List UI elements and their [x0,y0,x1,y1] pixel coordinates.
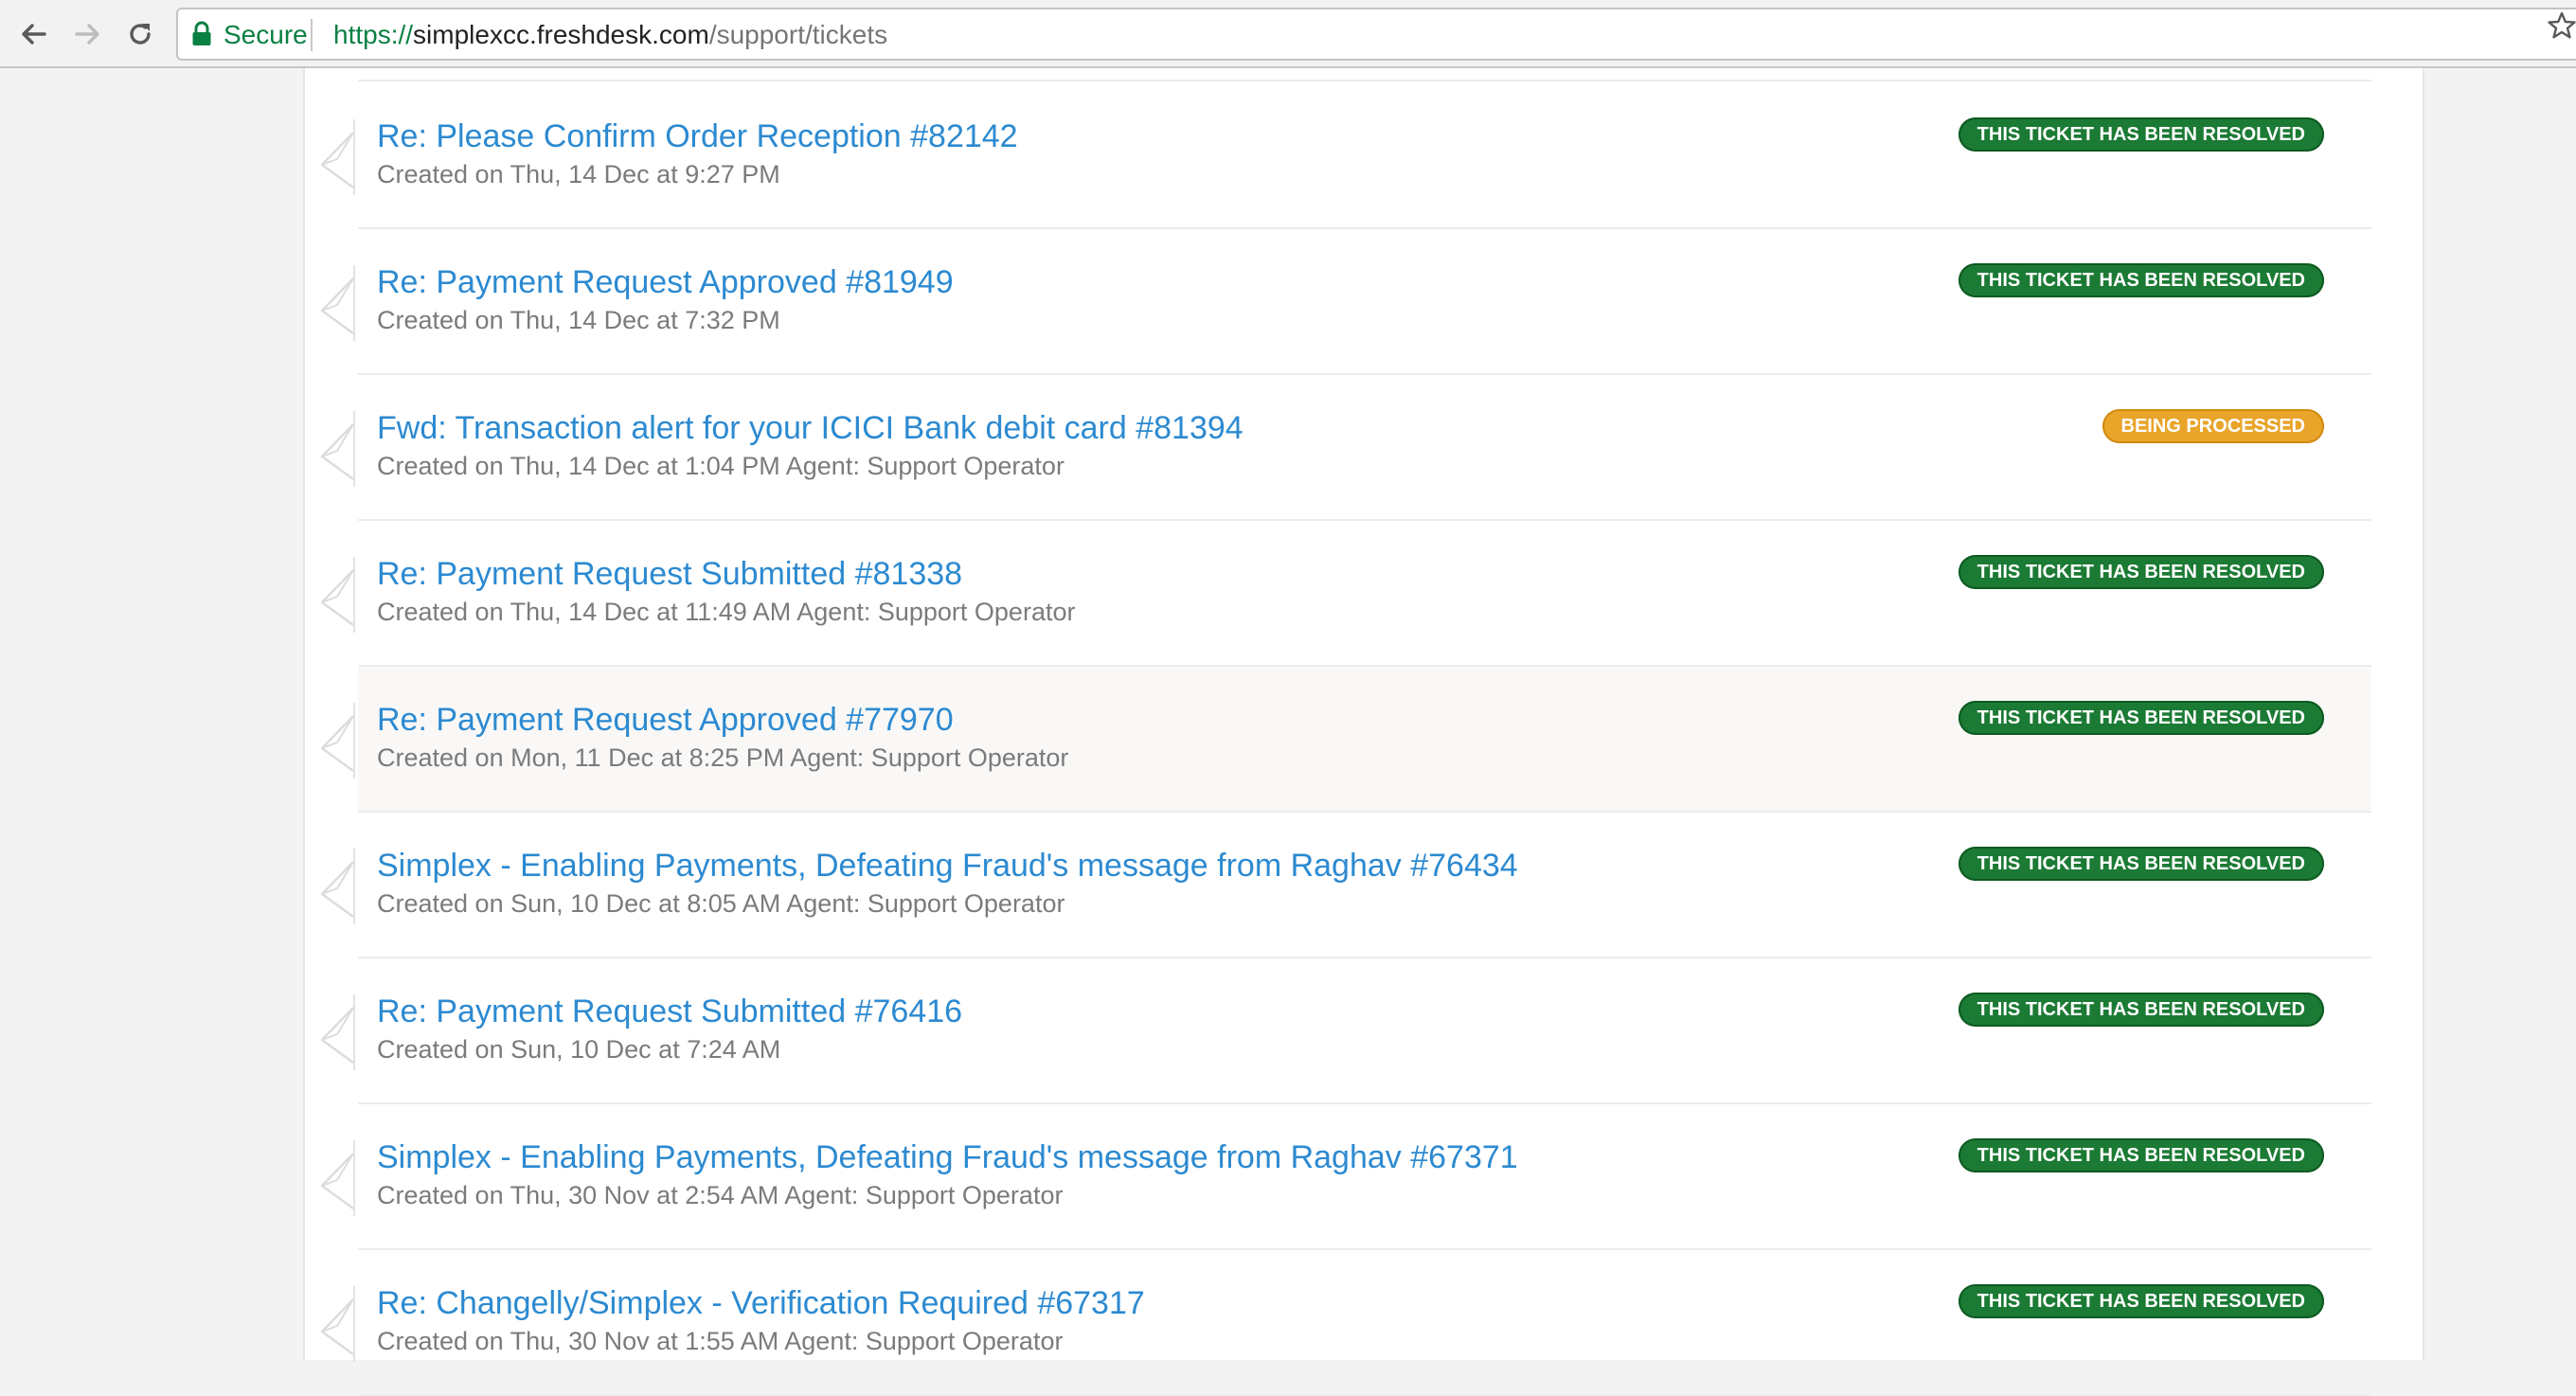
status-badge: THIS TICKET HAS BEEN RESOLVED [1958,1284,2324,1318]
address-bar[interactable]: Secure https://simplexcc.freshdesk.com/s… [176,8,2576,61]
ticket-row[interactable]: Re: Changelly/Simplex - Verification Req… [320,1250,2371,1396]
back-button[interactable] [13,13,55,55]
secure-label: Secure [224,20,308,49]
ticket-meta: Created on Thu, 14 Dec at 7:32 PM [377,306,780,334]
ticket-row[interactable]: Simplex - Enabling Payments, Defeating F… [320,813,2371,958]
url-host: simplexcc.freshdesk.com [413,20,709,49]
forward-arrow-icon [75,24,99,45]
ticket-meta: Created on Mon, 11 Dec at 8:25 PM Agent:… [377,743,1069,772]
ticket-row[interactable]: Re: Payment Request Submitted #81338 Cre… [320,521,2371,667]
ticket-title-link[interactable]: Re: Payment Request Approved #77970 [377,701,954,739]
ticket-meta: Created on Thu, 14 Dec at 9:27 PM [377,160,780,188]
url-scheme: https:// [333,20,414,49]
reload-icon [130,24,151,45]
status-badge: THIS TICKET HAS BEEN RESOLVED [1958,993,2324,1027]
ticket-title-link[interactable]: Re: Payment Request Submitted #76416 [377,993,962,1030]
ticket-row[interactable]: Fwd: Transaction alert for your ICICI Ba… [320,375,2371,521]
reload-button[interactable] [119,13,161,55]
ticket-icon [320,411,355,487]
ticket-row[interactable]: Simplex - Enabling Payments, Defeating F… [320,1104,2371,1250]
ticket-list: Re: Please Confirm Order Reception #8214… [320,83,2371,1396]
url-separator [311,19,313,51]
ticket-meta: Created on Sun, 10 Dec at 7:24 AM [377,1035,781,1064]
ticket-title-link[interactable]: Re: Payment Request Submitted #81338 [377,555,962,593]
ticket-title-link[interactable]: Simplex - Enabling Payments, Defeating F… [377,847,1518,885]
status-badge: THIS TICKET HAS BEEN RESOLVED [1958,555,2324,589]
ticket-row[interactable]: Re: Payment Request Submitted #76416 Cre… [320,958,2371,1104]
back-arrow-icon [22,24,46,45]
status-badge: BEING PROCESSED [2102,409,2324,443]
ticket-icon [320,1286,355,1362]
status-badge: THIS TICKET HAS BEEN RESOLVED [1958,263,2324,297]
url-path: /support/tickets [708,20,888,49]
ticket-meta: Created on Thu, 14 Dec at 11:49 AM Agent… [377,598,1076,626]
status-badge: THIS TICKET HAS BEEN RESOLVED [1958,117,2324,152]
ticket-row[interactable]: Re: Payment Request Approved #81949 Crea… [320,229,2371,375]
status-badge: THIS TICKET HAS BEEN RESOLVED [1958,1138,2324,1172]
page-content: Re: Please Confirm Order Reception #8214… [303,68,2424,1396]
ticket-meta: Created on Thu, 14 Dec at 1:04 PM Agent:… [377,452,1064,480]
status-badge: THIS TICKET HAS BEEN RESOLVED [1958,701,2324,735]
forward-button[interactable] [66,13,108,55]
ticket-icon [320,703,355,779]
ticket-title-link[interactable]: Re: Please Confirm Order Reception #8214… [377,117,1018,155]
ticket-icon [320,119,355,195]
url-text[interactable]: https://simplexcc.freshdesk.com/support/… [333,20,887,50]
ticket-meta: Created on Sun, 10 Dec at 8:05 AM Agent:… [377,889,1065,918]
ticket-row[interactable]: Re: Please Confirm Order Reception #8214… [320,83,2371,229]
ticket-meta: Created on Thu, 30 Nov at 1:55 AM Agent:… [377,1327,1064,1355]
ticket-icon [320,557,355,633]
ticket-title-link[interactable]: Re: Payment Request Approved #81949 [377,263,954,301]
star-icon[interactable] [2548,11,2576,40]
browser-toolbar: Secure https://simplexcc.freshdesk.com/s… [0,0,2576,68]
ticket-icon [320,849,355,924]
ticket-icon [320,994,355,1070]
lock-icon [192,21,211,45]
ticket-title-link[interactable]: Simplex - Enabling Payments, Defeating F… [377,1138,1518,1176]
ticket-title-link[interactable]: Fwd: Transaction alert for your ICICI Ba… [377,409,1243,447]
ticket-icon [320,265,355,341]
status-badge: THIS TICKET HAS BEEN RESOLVED [1958,847,2324,881]
divider [358,80,2371,81]
ticket-meta: Created on Thu, 30 Nov at 2:54 AM Agent:… [377,1181,1064,1209]
ticket-icon [320,1140,355,1216]
ticket-row[interactable]: Re: Payment Request Approved #77970 Crea… [320,667,2371,813]
ticket-title-link[interactable]: Re: Changelly/Simplex - Verification Req… [377,1284,1145,1322]
